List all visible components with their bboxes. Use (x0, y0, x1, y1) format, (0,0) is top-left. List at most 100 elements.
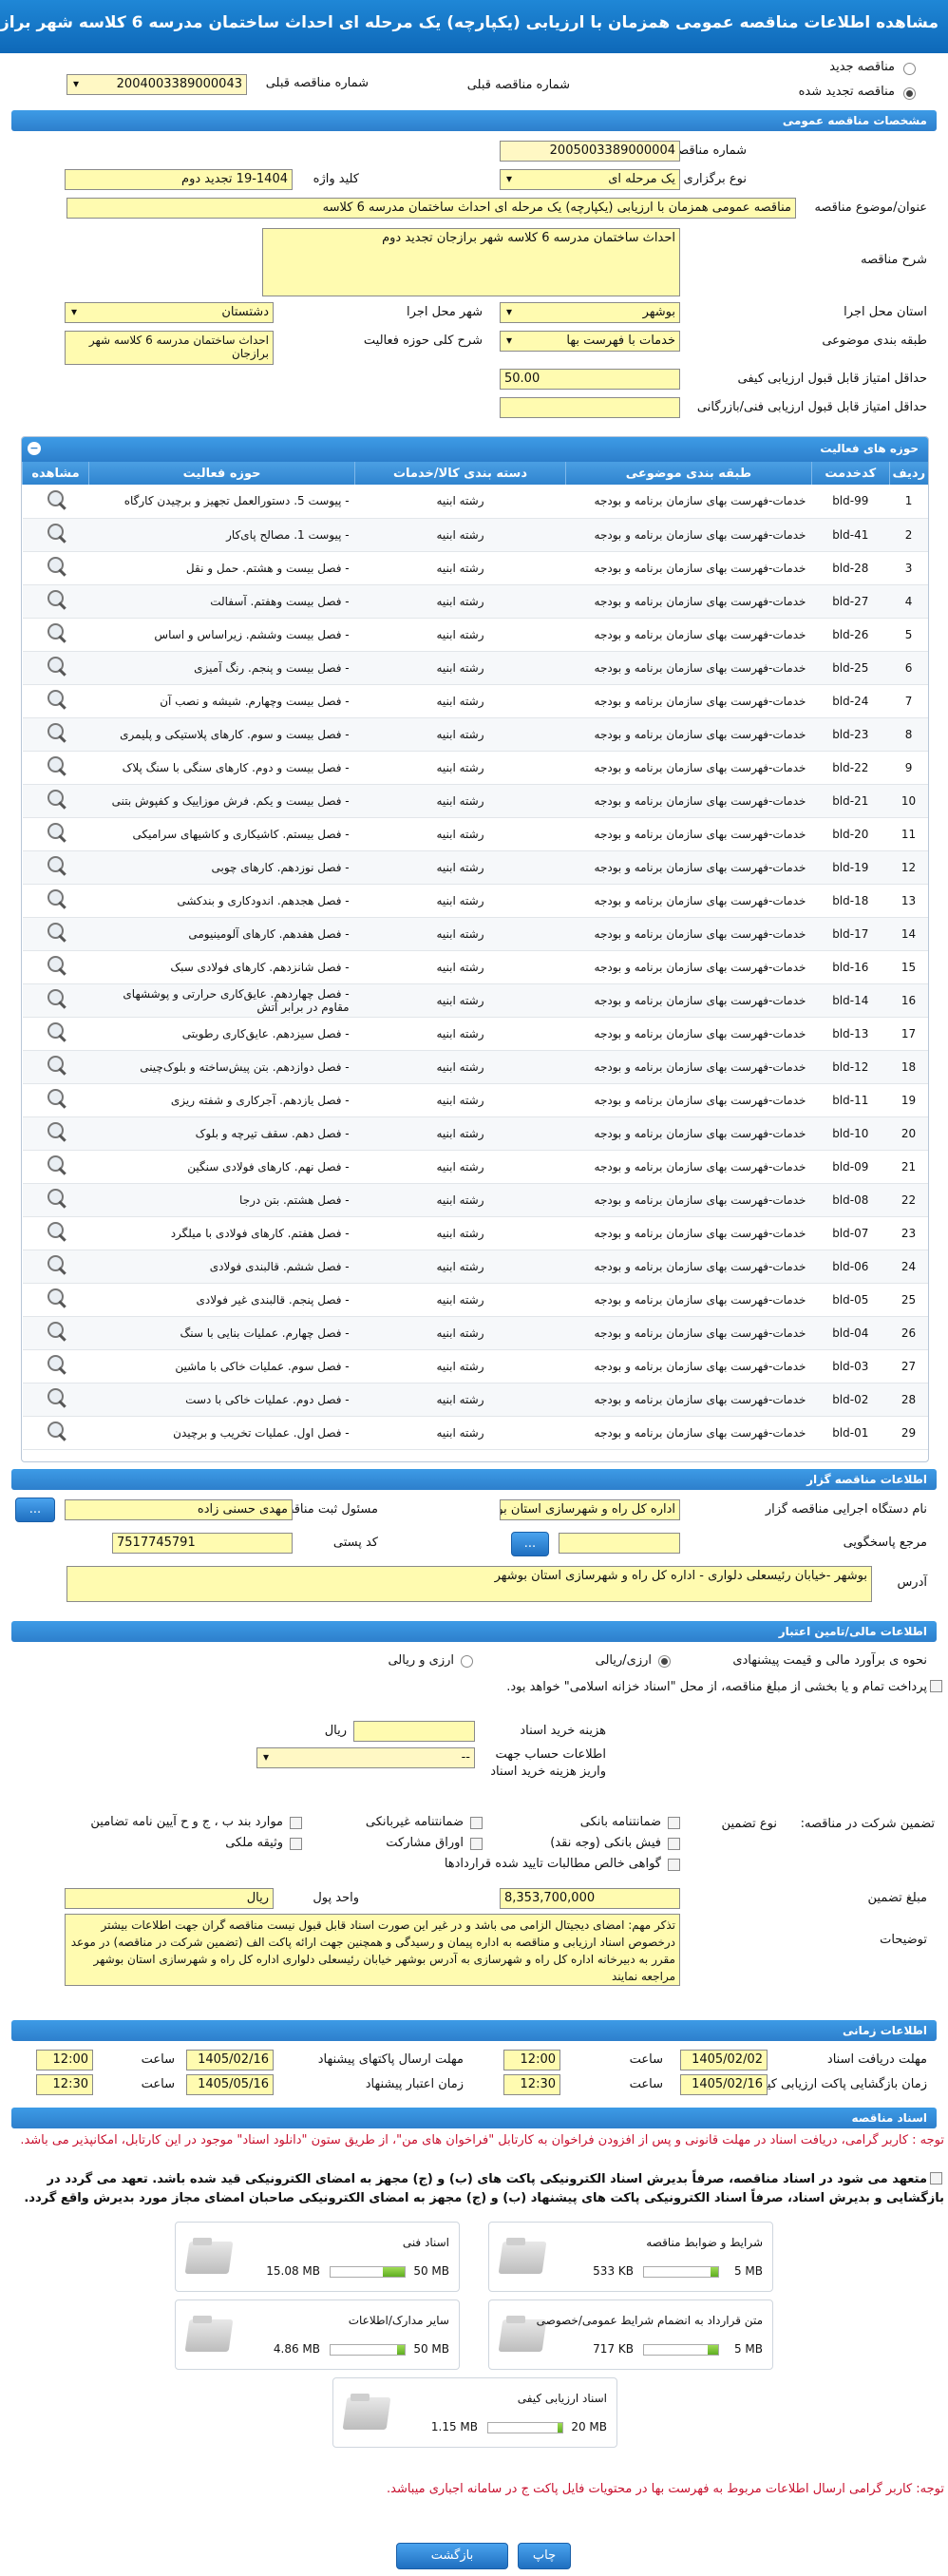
collapse-icon[interactable]: − (28, 442, 41, 455)
resp-field[interactable]: مهدی حسنی زاده (65, 1499, 293, 1520)
view-magnifier-icon[interactable] (44, 656, 68, 677)
g3-checkbox[interactable] (290, 1817, 302, 1829)
notes-field[interactable]: تذکر مهم: امضای دیجیتال الزامی می باشد و… (65, 1914, 680, 1986)
g7-checkbox[interactable] (668, 1859, 680, 1871)
open-date[interactable]: 1405/02/16 (680, 2074, 768, 2095)
estimate-opt1-radio[interactable] (658, 1655, 671, 1668)
view-magnifier-icon[interactable] (44, 1321, 68, 1342)
resp-lookup-button[interactable]: ... (15, 1498, 55, 1522)
doc-item[interactable]: متن قرارداد به انضمام شرایط عمومی/خصوصی 5… (488, 2299, 773, 2370)
open-time[interactable]: 12:30 (503, 2074, 560, 2095)
prev-number-select[interactable]: 2004003389000043 (66, 74, 247, 95)
view-magnifier-icon[interactable] (44, 1154, 68, 1175)
view-magnifier-icon[interactable] (44, 988, 68, 1009)
activity-cell-4: - فصل چهاردهم. عایق‌کاری حرارتی و پوششها… (88, 983, 355, 1018)
view-magnifier-icon[interactable] (44, 789, 68, 810)
min-tech-field[interactable] (500, 397, 680, 418)
ref-field[interactable] (559, 1533, 680, 1554)
view-magnifier-icon[interactable] (44, 1088, 68, 1109)
view-magnifier-icon[interactable] (44, 1055, 68, 1076)
activity-cell-2: خدمات-فهرست بهای سازمان برنامه و بودجه (565, 684, 812, 718)
activity-cell-3: رشته ابنیه (354, 1349, 566, 1383)
view-magnifier-icon[interactable] (44, 1421, 68, 1441)
view-magnifier-icon[interactable] (44, 822, 68, 843)
view-magnifier-icon[interactable] (44, 888, 68, 909)
view-magnifier-icon[interactable] (44, 1221, 68, 1242)
address-field[interactable]: بوشهر -خیابان رئیسعلی دلواری - اداره کل … (66, 1566, 872, 1602)
doc-item[interactable]: اسناد فنی 50 MB 15.08 MB (175, 2222, 460, 2292)
view-magnifier-icon[interactable] (44, 589, 68, 610)
min-quality-field[interactable]: 50.00 (500, 369, 680, 390)
keyword-field[interactable]: 19-1404 تجدید دوم (65, 169, 293, 190)
ref-lookup-button[interactable]: ... (511, 1532, 549, 1556)
activity-cell-1: bld-23 (811, 717, 890, 752)
receive-date[interactable]: 1405/02/02 (680, 2050, 768, 2070)
valid-time[interactable]: 12:30 (36, 2074, 93, 2095)
doc-item[interactable]: سایر مدارک/اطلاعات 50 MB 4.86 MB (175, 2299, 460, 2370)
currency-field[interactable]: ریال (65, 1888, 274, 1909)
activities-table: ردیف کدخدمت طبقه بندی موضوعی دسته بندی کالا… (22, 462, 928, 1450)
g1-checkbox[interactable] (668, 1817, 680, 1829)
scope-field[interactable]: احداث ساختمان مدرسه 6 کلاسه شهر برازجان (65, 331, 274, 365)
category-select[interactable]: خدمات با فهرست بها (500, 331, 680, 352)
g5-checkbox[interactable] (470, 1838, 483, 1850)
doc-progress-fill (397, 2345, 405, 2355)
amount-field[interactable]: 8,353,700,000 (500, 1888, 680, 1909)
g2-checkbox[interactable] (470, 1817, 483, 1829)
view-magnifier-icon[interactable] (44, 1288, 68, 1308)
view-magnifier-icon[interactable] (44, 1021, 68, 1042)
province-select[interactable]: بوشهر (500, 302, 680, 323)
org-field[interactable]: اداره کل راه و شهرسازی استان بوشهر (500, 1499, 680, 1520)
view-magnifier-icon[interactable] (44, 922, 68, 943)
view-magnifier-icon[interactable] (44, 1121, 68, 1142)
valid-date[interactable]: 1405/05/16 (186, 2074, 274, 2095)
view-cell (22, 1316, 89, 1350)
view-magnifier-icon[interactable] (44, 955, 68, 976)
g4-checkbox[interactable] (668, 1838, 680, 1850)
view-cell (22, 618, 89, 652)
g6-checkbox[interactable] (290, 1838, 302, 1850)
desc-field[interactable]: احداث ساختمان مدرسه 6 کلاسه شهر برازجان … (262, 228, 680, 296)
view-magnifier-icon[interactable] (44, 1254, 68, 1275)
activity-cell-3: رشته ابنیه (354, 784, 566, 818)
account-select[interactable]: -- (256, 1747, 475, 1768)
view-magnifier-icon[interactable] (44, 1387, 68, 1408)
subject-field[interactable]: مناقصه عمومی همزمان با ارزیابی (یکپارچه)… (66, 198, 796, 219)
new-radio[interactable] (903, 63, 916, 75)
table-row: 6 bld-25 خدمات-فهرست بهای سازمان برنامه و … (22, 651, 928, 685)
view-magnifier-icon[interactable] (44, 1354, 68, 1375)
send-date[interactable]: 1405/02/16 (186, 2050, 274, 2070)
activity-cell-1: bld-26 (811, 618, 890, 652)
estimate-opt2-radio[interactable] (461, 1655, 473, 1668)
receive-time[interactable]: 12:00 (503, 2050, 560, 2070)
view-magnifier-icon[interactable] (44, 1188, 68, 1209)
activity-cell-3: رشته ابنیه (354, 1183, 566, 1217)
view-magnifier-icon[interactable] (44, 556, 68, 577)
doc-item[interactable]: اسناد ارزیابی کیفی 20 MB 1.15 MB (332, 2377, 617, 2448)
city-select[interactable]: دشتستان (65, 302, 274, 323)
view-magnifier-icon[interactable] (44, 755, 68, 776)
view-cell (22, 850, 89, 885)
view-magnifier-icon[interactable] (44, 622, 68, 643)
postal-field[interactable]: 7517745791 (112, 1533, 293, 1554)
activity-cell-4: - فصل بیست وچهارم. شیشه و نصب آن (88, 684, 355, 718)
activity-cell-1: bld-10 (811, 1116, 890, 1151)
renewed-radio[interactable] (903, 87, 916, 100)
doc-item[interactable]: شرایط و ضوابط مناقصه 5 MB 533 KB (488, 2222, 773, 2292)
view-magnifier-icon[interactable] (44, 689, 68, 710)
treasury-checkbox[interactable] (930, 1680, 942, 1692)
view-cell (22, 717, 89, 752)
print-button[interactable]: چاپ (518, 2543, 571, 2569)
view-magnifier-icon[interactable] (44, 722, 68, 743)
send-time[interactable]: 12:00 (36, 2050, 93, 2070)
type-select[interactable]: یک مرحله ای (500, 169, 680, 190)
view-magnifier-icon[interactable] (44, 855, 68, 876)
view-magnifier-icon[interactable] (44, 523, 68, 544)
view-magnifier-icon[interactable] (44, 489, 68, 510)
doc-fee-field[interactable] (353, 1721, 475, 1742)
number-field[interactable]: 2005003389000004 (500, 141, 680, 162)
postal-label: کد پستی (332, 1536, 378, 1550)
g5-label: اوراق مشارکت (386, 1836, 464, 1850)
view-cell (22, 950, 89, 984)
back-button[interactable]: بازگشت (396, 2543, 508, 2569)
